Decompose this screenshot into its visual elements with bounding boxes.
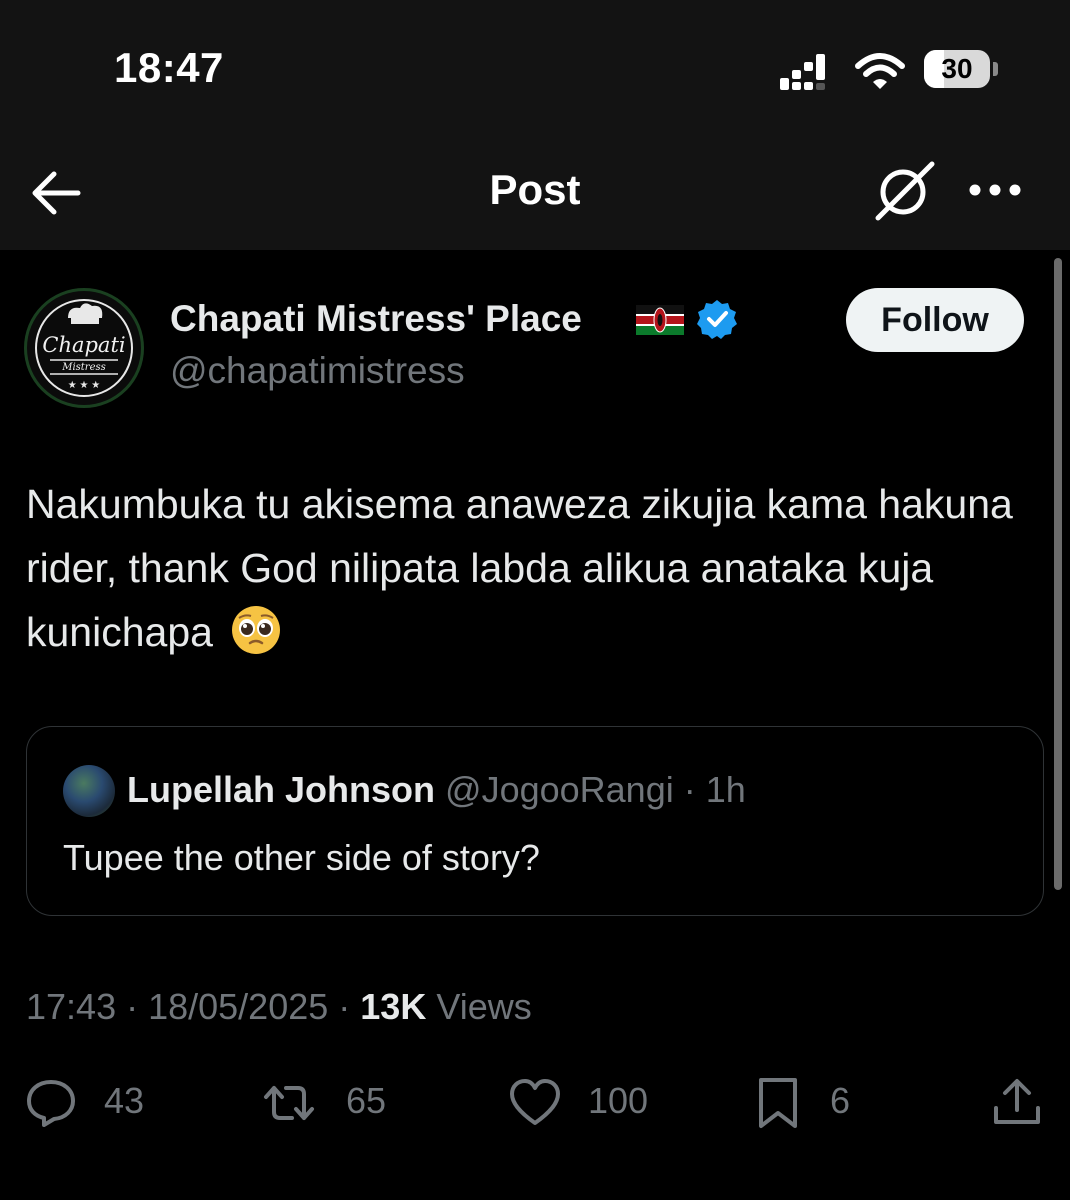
- share-button[interactable]: [990, 1072, 1050, 1132]
- repost-icon: [264, 1086, 314, 1120]
- quoted-author-line: Lupellah Johnson @JogooRangi · 1h: [127, 769, 746, 811]
- status-bar: 18:47 30: [0, 0, 1070, 140]
- views-count: 13K: [360, 986, 427, 1027]
- reply-count: 43: [104, 1080, 145, 1121]
- post-timestamp: 17:43 · 18/05/2025 · 13K Views: [26, 986, 532, 1027]
- svg-text:Mistress: Mistress: [61, 362, 106, 373]
- quoted-post-time: · 1h: [673, 769, 746, 810]
- chapati-logo-icon: Chapati Mistress ★ ★ ★: [35, 299, 133, 397]
- reply-button[interactable]: 43: [24, 1072, 164, 1132]
- svg-text:Chapati: Chapati: [42, 333, 125, 357]
- author-name[interactable]: Chapati Mistress' Place: [170, 298, 582, 340]
- post-date: 18/05/2025: [148, 986, 329, 1027]
- grok-icon[interactable]: [872, 158, 938, 224]
- quoted-author-handle[interactable]: @JogooRangi: [445, 769, 674, 810]
- verified-badge-icon: [697, 300, 737, 339]
- top-nav-bar: Post: [0, 140, 1070, 250]
- bookmark-button[interactable]: 6: [754, 1072, 874, 1132]
- repost-count: 65: [346, 1080, 387, 1121]
- repost-button[interactable]: 65: [262, 1072, 402, 1132]
- post-time: 17:43: [26, 986, 117, 1027]
- author-avatar[interactable]: Chapati Mistress ★ ★ ★: [24, 288, 144, 408]
- reply-icon: [27, 1080, 75, 1127]
- scrollbar[interactable]: [1054, 258, 1062, 890]
- quoted-post-card[interactable]: Lupellah Johnson @JogooRangi · 1h Tupee …: [26, 726, 1044, 916]
- quoted-post-text: Tupee the other side of story?: [63, 837, 540, 878]
- more-icon[interactable]: [966, 180, 1024, 200]
- battery-icon: 30: [924, 50, 1002, 90]
- post-text-body: Nakumbuka tu akisema anaweza zikujia kam…: [26, 481, 1013, 655]
- kenya-flag-icon: [636, 305, 684, 335]
- post-text: Nakumbuka tu akisema anaweza zikujia kam…: [26, 472, 1036, 664]
- author-handle[interactable]: @chapatimistress: [170, 350, 465, 392]
- share-icon: [994, 1079, 1040, 1124]
- battery-percentage: 30: [941, 53, 973, 84]
- wifi-icon: [855, 53, 905, 89]
- svg-text:★ ★ ★: ★ ★ ★: [68, 380, 100, 391]
- signal-icon: [780, 54, 825, 90]
- quoted-author-name[interactable]: Lupellah Johnson: [127, 769, 435, 810]
- follow-button[interactable]: Follow: [846, 288, 1024, 352]
- heart-icon: [510, 1079, 560, 1125]
- status-time: 18:47: [114, 44, 224, 91]
- like-count: 100: [588, 1080, 649, 1121]
- like-button[interactable]: 100: [508, 1072, 668, 1132]
- bookmark-count: 6: [830, 1080, 851, 1121]
- pleading-face-emoji-icon: [232, 606, 281, 654]
- views-label: Views: [436, 986, 532, 1027]
- quoted-author-avatar[interactable]: [63, 765, 115, 817]
- bookmark-icon: [759, 1078, 797, 1128]
